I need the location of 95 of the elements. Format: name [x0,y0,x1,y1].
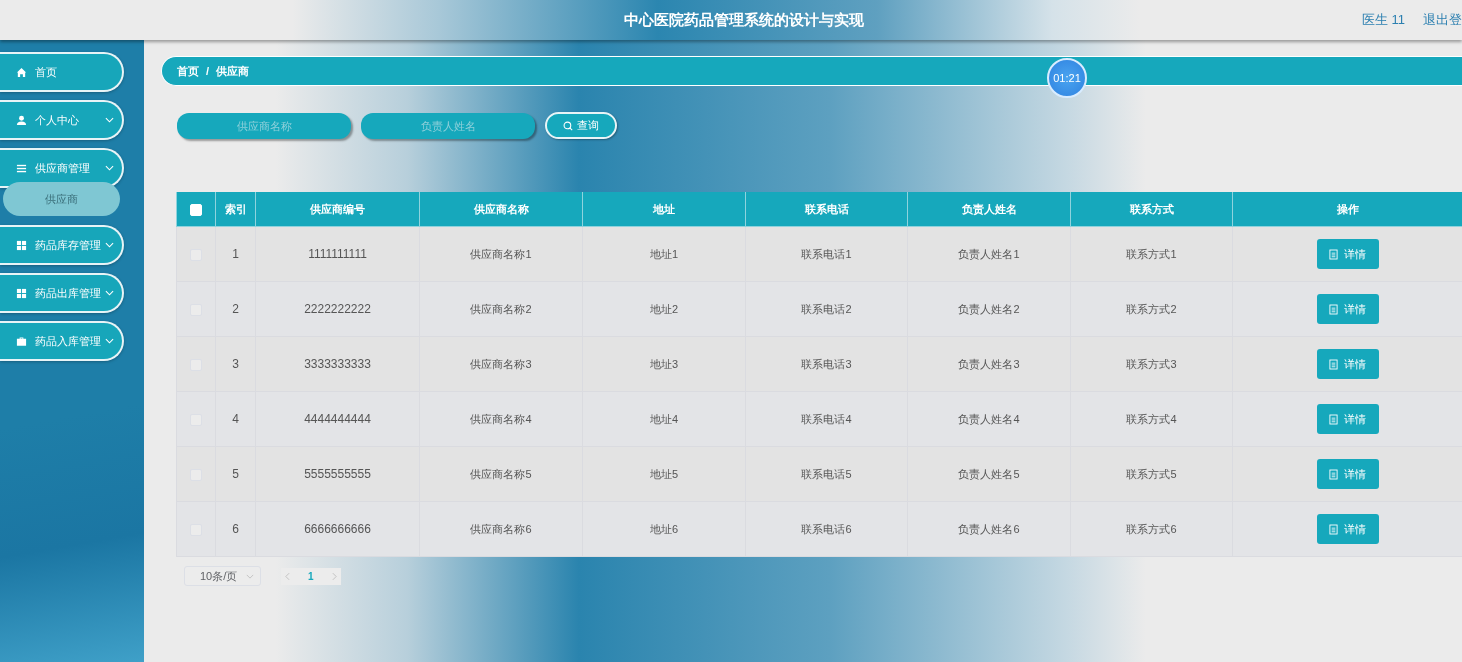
table-cell: 联系方式5 [1126,467,1177,480]
grid-icon [16,239,27,251]
document-icon [1329,468,1338,480]
table-cell: 供应商名称4 [470,412,532,425]
table-cell: 负责人姓名5 [958,467,1020,480]
user-name: 医生 11 [1361,11,1405,29]
table-cell: 联系电话3 [801,357,852,370]
table-cell: 6666666666 [304,522,371,536]
breadcrumb-separator: / [206,65,210,77]
document-icon [1329,523,1338,535]
table-cell: 4444444444 [304,412,371,426]
page-number[interactable]: 1 [308,570,314,582]
table-cell: 5 [232,467,239,481]
column-header: 地址 [653,202,675,215]
table-cell: 供应商名称6 [470,522,532,535]
table-cell: 供应商名称2 [470,302,532,315]
table-cell: 1111111111 [308,247,367,261]
table-cell: 联系方式6 [1126,522,1177,535]
chevron-down-icon [105,117,114,123]
table-cell: 联系方式4 [1126,412,1177,425]
column-header: 联系方式 [1129,202,1174,215]
breadcrumb-item[interactable]: 首页 [177,63,199,79]
briefcase-icon [16,335,27,347]
table-cell: 5555555555 [304,467,371,481]
chevron-down-icon [105,242,114,248]
table-cell: 联系方式3 [1126,357,1177,370]
table-cell: 6 [232,522,239,536]
table-cell: 联系方式1 [1126,247,1177,260]
document-icon [1329,413,1338,425]
table-cell: 负责人姓名2 [958,302,1020,315]
details-button[interactable]: 详情 [1316,294,1379,324]
table-cell: 联系电话5 [801,467,852,480]
table-cell: 负责人姓名4 [958,412,1020,425]
timer-badge: 01:21 [1047,58,1087,98]
next-page-icon[interactable] [331,571,337,581]
home-icon [16,66,27,78]
details-button[interactable]: 详情 [1316,239,1379,269]
menu-item[interactable]: 药品入库管理 [0,321,124,361]
chevron-down-icon [105,338,114,344]
table-cell: 地址5 [649,467,679,480]
menu-item[interactable]: 个人中心 [0,100,124,140]
table-cell: 地址3 [649,357,679,370]
column-header: 负责人姓名 [961,202,1017,215]
menu-item[interactable]: 药品出库管理 [0,273,124,313]
search-icon [563,120,573,131]
table-cell: 2 [232,302,239,316]
submenu-item[interactable]: 供应商 [3,182,120,216]
details-button[interactable]: 详情 [1316,514,1379,544]
column-header: 联系电话 [804,202,849,215]
table-cell: 联系电话4 [801,412,852,425]
search-button[interactable]: 查询 [545,112,617,139]
document-icon [1329,248,1338,260]
menu-item[interactable]: 首页 [0,52,124,92]
table-cell: 供应商名称5 [470,467,532,480]
menu-item[interactable]: 药品库存管理 [0,225,124,265]
document-icon [1329,303,1338,315]
previous-page-icon[interactable] [285,571,290,581]
table-cell: 联系电话1 [801,247,852,260]
table-cell: 地址6 [649,522,679,535]
chevron-down-icon [105,165,114,171]
table-cell: 1 [232,247,239,261]
table-cell: 3 [232,357,239,371]
table-cell: 负责人姓名1 [958,247,1020,260]
chevron-down-icon [105,290,114,296]
table-cell: 联系电话6 [801,522,852,535]
table-cell: 2222222222 [304,302,371,316]
list-icon [16,162,27,174]
column-header: 供应商编号 [310,202,365,215]
chevron-down-icon [246,573,254,579]
table-cell: 联系方式2 [1126,302,1177,315]
table-cell: 4 [232,412,239,426]
details-button[interactable]: 详情 [1316,349,1379,379]
table-cell: 地址4 [649,412,679,425]
breadcrumb-item[interactable]: 供应商 [216,63,250,79]
details-button[interactable]: 详情 [1316,459,1379,489]
table-cell: 3333333333 [304,357,371,371]
table-cell: 联系电话2 [801,302,852,315]
search-field[interactable]: 负责人姓名 [361,112,535,139]
grid-icon [16,287,27,299]
table-cell: 地址1 [649,247,679,260]
table-cell: 负责人姓名6 [958,522,1020,535]
table-cell: 供应商名称1 [470,247,532,260]
column-header: 供应商名称 [473,202,529,215]
page-size-select[interactable]: 10条/页 [184,566,261,586]
column-header: 操作 [1336,202,1359,215]
details-button[interactable]: 详情 [1316,404,1379,434]
table-cell: 负责人姓名3 [958,357,1020,370]
user-icon [16,114,27,126]
app-title: 中心医院药品管理系统的设计与实现 [624,10,864,30]
search-field[interactable]: 供应商名称 [177,112,351,139]
table-cell: 供应商名称3 [470,357,532,370]
column-header: 索引 [224,202,247,215]
table-cell: 地址2 [649,302,679,315]
document-icon [1329,358,1338,370]
logout-link[interactable]: 退出登 [1423,11,1462,29]
